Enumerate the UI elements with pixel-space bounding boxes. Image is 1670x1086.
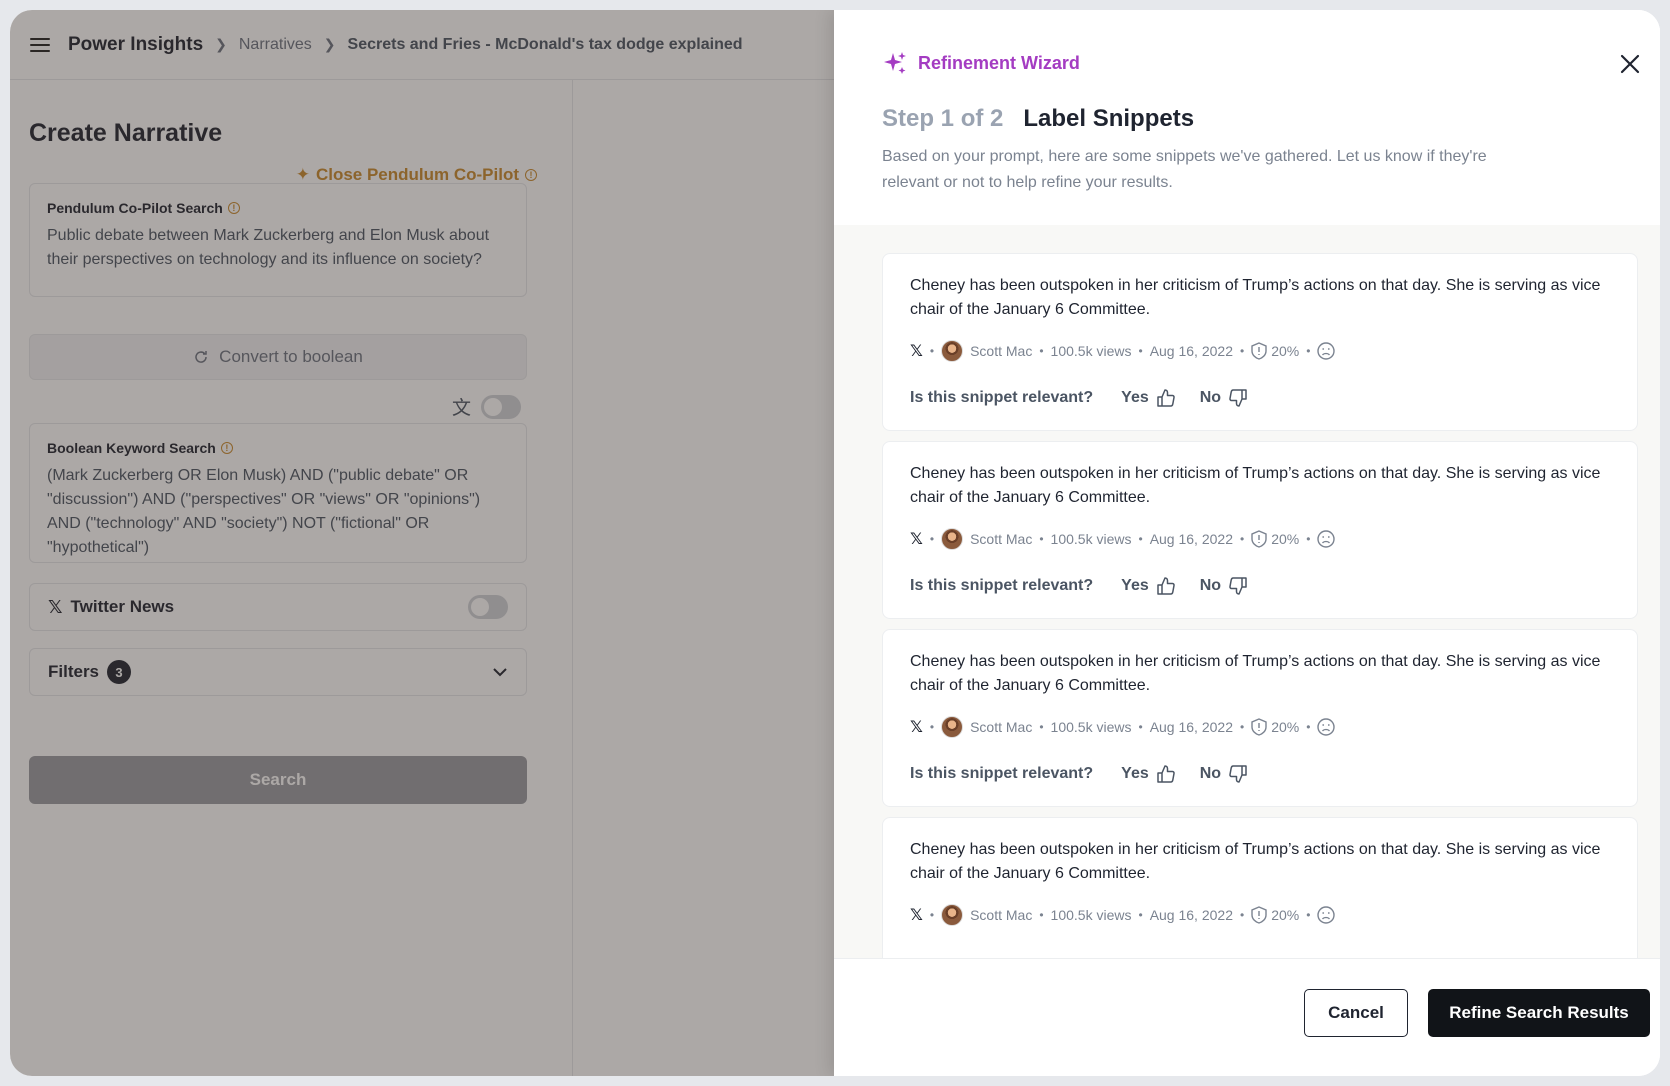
step-indicator: Step 1 of 2 Label Snippets: [882, 105, 1194, 133]
snippet-list[interactable]: Cheney has been outspoken in her critici…: [834, 225, 1660, 958]
snippet-date: Aug 16, 2022: [1149, 719, 1233, 735]
x-logo-icon: 𝕏: [910, 343, 923, 360]
snippet-text: Cheney has been outspoken in her critici…: [910, 841, 1601, 882]
thumbs-down-icon: [1229, 577, 1247, 595]
snippet-score: 20%: [1271, 719, 1300, 735]
snippet-meta: 𝕏 • Scott Mac • 100.5k views • Aug 16, 2022…: [910, 716, 1610, 738]
yes-button[interactable]: Yes: [1121, 576, 1176, 596]
wizard-footer: Cancel Refine Search Results: [834, 958, 1660, 1076]
sad-face-icon: [1317, 530, 1336, 548]
thumbs-down-icon: [1229, 765, 1247, 783]
no-label: No: [1199, 577, 1222, 594]
snippet-score: 20%: [1271, 531, 1300, 547]
cancel-button[interactable]: Cancel: [1304, 989, 1408, 1037]
wizard-header: Refinement Wizard Step 1 of 2 Label Snip…: [834, 10, 1660, 225]
snippet-meta: 𝕏 • Scott Mac • 100.5k views • Aug 16, 2022…: [910, 904, 1610, 926]
thumbs-up-icon: [1157, 765, 1175, 783]
snippet-card: Cheney has been outspoken in her critici…: [882, 629, 1638, 807]
app-window: Power Insights ❯ Narratives ❯ Secrets an…: [10, 10, 1660, 1076]
avatar: [941, 340, 964, 362]
snippet-text: Cheney has been outspoken in her critici…: [910, 653, 1601, 694]
snippet-date: Aug 16, 2022: [1149, 907, 1233, 923]
relevance-question: Is this snippet relevant?: [910, 765, 1094, 782]
yes-label: Yes: [1121, 577, 1149, 594]
modal-overlay[interactable]: [10, 10, 834, 1076]
snippet-date: Aug 16, 2022: [1149, 343, 1233, 359]
step-number: Step 1 of 2: [882, 105, 1004, 132]
snippet-date: Aug 16, 2022: [1149, 531, 1233, 547]
snippet-author[interactable]: Scott Mac: [970, 343, 1032, 359]
avatar: [941, 528, 964, 550]
snippet-author[interactable]: Scott Mac: [970, 531, 1032, 547]
relevance-row: Is this snippet relevant? Yes No: [910, 764, 1610, 784]
refinement-wizard-drawer: Refinement Wizard Step 1 of 2 Label Snip…: [834, 10, 1660, 1076]
snippet-author[interactable]: Scott Mac: [970, 719, 1032, 735]
relevance-question: Is this snippet relevant?: [910, 389, 1094, 406]
snippet-meta: 𝕏 • Scott Mac • 100.5k views • Aug 16, 2022…: [910, 340, 1610, 362]
snippet-score: 20%: [1271, 343, 1300, 359]
no-label: No: [1199, 765, 1222, 782]
wizard-title-label: Refinement Wizard: [918, 52, 1080, 73]
snippet-views: 100.5k views: [1050, 907, 1132, 923]
snippet-text: Cheney has been outspoken in her critici…: [910, 277, 1601, 318]
thumbs-down-icon: [1229, 389, 1247, 407]
step-title: Label Snippets: [1023, 105, 1195, 132]
no-label: No: [1199, 389, 1222, 406]
yes-label: Yes: [1121, 389, 1149, 406]
shield-icon: [1251, 530, 1267, 548]
x-logo-icon: 𝕏: [910, 719, 923, 736]
thumbs-up-icon: [1157, 389, 1175, 407]
close-icon[interactable]: [1616, 50, 1644, 78]
no-button[interactable]: No: [1200, 388, 1248, 408]
snippet-card: Cheney has been outspoken in her critici…: [882, 253, 1638, 431]
refine-search-results-button[interactable]: Refine Search Results: [1428, 989, 1650, 1037]
snippet-views: 100.5k views: [1050, 719, 1132, 735]
shield-icon: [1251, 718, 1267, 736]
shield-icon: [1251, 906, 1267, 924]
yes-button[interactable]: Yes: [1121, 388, 1176, 408]
snippet-card: Cheney has been outspoken in her critici…: [882, 817, 1638, 958]
snippet-views: 100.5k views: [1050, 343, 1132, 359]
relevance-question: Is this snippet relevant?: [910, 577, 1094, 594]
snippet-meta: 𝕏 • Scott Mac • 100.5k views • Aug 16, 2022…: [910, 528, 1610, 550]
snippet-views: 100.5k views: [1050, 531, 1132, 547]
sad-face-icon: [1317, 906, 1336, 924]
relevance-row: Is this snippet relevant? Yes No: [910, 576, 1610, 596]
wizard-title: Refinement Wizard: [882, 50, 1080, 76]
snippet-text: Cheney has been outspoken in her critici…: [910, 465, 1601, 506]
snippet-score: 20%: [1271, 907, 1300, 923]
avatar: [941, 904, 964, 926]
sad-face-icon: [1317, 718, 1336, 736]
snippet-author[interactable]: Scott Mac: [970, 907, 1032, 923]
x-logo-icon: 𝕏: [910, 907, 923, 924]
snippet-card: Cheney has been outspoken in her critici…: [882, 441, 1638, 619]
no-button[interactable]: No: [1200, 764, 1248, 784]
x-logo-icon: 𝕏: [910, 531, 923, 548]
yes-label: Yes: [1121, 765, 1149, 782]
sparkle-icon: [884, 52, 906, 74]
no-button[interactable]: No: [1200, 576, 1248, 596]
avatar: [941, 716, 964, 738]
yes-button[interactable]: Yes: [1121, 764, 1176, 784]
step-description: Based on your prompt, here are some snip…: [882, 148, 1487, 191]
relevance-row: Is this snippet relevant? Yes No: [910, 388, 1610, 408]
shield-icon: [1251, 342, 1267, 360]
sad-face-icon: [1317, 342, 1336, 360]
thumbs-up-icon: [1157, 577, 1175, 595]
